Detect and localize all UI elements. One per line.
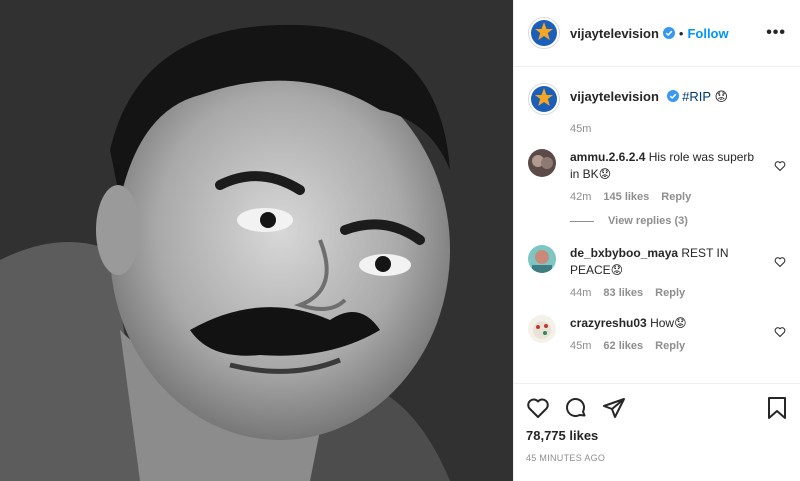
comment-item: crazyreshu03 How😟 45m 62 likes Reply xyxy=(528,315,786,352)
header-username[interactable]: vijaytelevision xyxy=(570,26,659,41)
reply-button[interactable]: Reply xyxy=(655,340,685,352)
comment-likes[interactable]: 145 likes xyxy=(603,191,649,203)
post-timestamp[interactable]: 45 MINUTES AGO xyxy=(526,453,788,463)
share-icon[interactable] xyxy=(602,396,626,425)
action-icons xyxy=(526,396,626,425)
comment-item: ammu.2.6.2.4 His role was superb in BK😟 … xyxy=(528,149,786,203)
comment-body: ammu.2.6.2.4 His role was superb in BK😟 … xyxy=(570,149,755,203)
commenter-avatar[interactable] xyxy=(528,245,556,273)
comment-body: de_bxbyboo_maya REST IN PEACE😟 44m 83 li… xyxy=(570,245,755,299)
likes-count[interactable]: 78,775 likes xyxy=(526,428,788,443)
view-replies-button[interactable]: View replies (3) xyxy=(570,215,786,227)
view-replies-label: View replies (3) xyxy=(608,215,688,227)
comment-time[interactable]: 45m xyxy=(570,340,591,352)
comment-username[interactable]: de_bxbyboo_maya xyxy=(570,246,678,260)
comment-item: de_bxbyboo_maya REST IN PEACE😟 44m 83 li… xyxy=(528,245,786,299)
comment-text: crazyreshu03 How😟 xyxy=(570,315,755,332)
post-caption: vijaytelevision #RIP 😟 45m xyxy=(528,67,786,135)
post-photo[interactable] xyxy=(0,0,513,481)
commenter-avatar[interactable] xyxy=(528,315,556,343)
comment-icon[interactable] xyxy=(564,396,588,425)
comment-text: ammu.2.6.2.4 His role was superb in BK😟 xyxy=(570,149,755,183)
vijay-logo-icon xyxy=(531,86,557,112)
comment-likes[interactable]: 62 likes xyxy=(603,340,643,352)
like-heart-icon[interactable] xyxy=(526,396,550,425)
comment-likes[interactable]: 83 likes xyxy=(603,287,643,299)
more-options-icon[interactable]: ••• xyxy=(766,24,786,42)
vijay-logo-icon xyxy=(531,20,557,46)
heart-icon[interactable] xyxy=(774,325,786,343)
comment-meta: 45m 62 likes Reply xyxy=(570,340,755,352)
caption-username[interactable]: vijaytelevision xyxy=(570,89,659,104)
heart-icon[interactable] xyxy=(774,255,786,273)
follow-button[interactable]: Follow xyxy=(687,26,728,41)
comment-content: How😟 xyxy=(650,316,687,330)
verified-badge-icon xyxy=(666,90,679,102)
comment-username[interactable]: ammu.2.6.2.4 xyxy=(570,150,645,164)
caption-emoji: 😟 xyxy=(714,89,728,104)
comment-text: de_bxbyboo_maya REST IN PEACE😟 xyxy=(570,245,755,279)
comments-list[interactable]: vijaytelevision #RIP 😟 45m ammu.2.6.2.4 … xyxy=(514,67,800,381)
comment-time[interactable]: 42m xyxy=(570,191,591,203)
reply-button[interactable]: Reply xyxy=(655,287,685,299)
instagram-post: vijaytelevision • Follow ••• vijaytelevi… xyxy=(0,0,800,481)
comment-meta: 44m 83 likes Reply xyxy=(570,287,755,299)
caption-avatar[interactable] xyxy=(528,83,560,115)
comment-body: crazyreshu03 How😟 45m 62 likes Reply xyxy=(570,315,755,352)
portrait-image xyxy=(0,0,513,481)
caption-hashtag[interactable]: #RIP xyxy=(682,89,711,104)
post-header: vijaytelevision • Follow ••• xyxy=(514,0,800,67)
replies-divider xyxy=(570,220,594,222)
reply-button[interactable]: Reply xyxy=(661,191,691,203)
verified-badge-icon xyxy=(662,27,675,39)
comment-meta: 42m 145 likes Reply xyxy=(570,191,755,203)
post-sidebar: vijaytelevision • Follow ••• vijaytelevi… xyxy=(513,0,800,481)
separator-dot: • xyxy=(678,25,684,41)
post-footer: 78,775 likes 45 MINUTES AGO xyxy=(514,383,800,463)
bookmark-icon[interactable] xyxy=(766,396,788,425)
caption-body: vijaytelevision #RIP 😟 45m xyxy=(570,83,728,135)
commenter-avatar[interactable] xyxy=(528,149,556,177)
comment-time[interactable]: 44m xyxy=(570,287,591,299)
heart-icon[interactable] xyxy=(774,159,786,177)
comment-username[interactable]: crazyreshu03 xyxy=(570,316,647,330)
caption-time[interactable]: 45m xyxy=(570,123,728,135)
account-avatar[interactable] xyxy=(528,17,560,49)
caption-text: vijaytelevision #RIP 😟 xyxy=(570,89,728,105)
